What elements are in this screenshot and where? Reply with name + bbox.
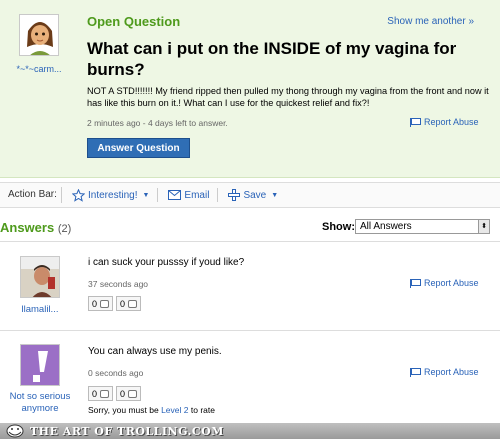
interesting-button[interactable]: Interesting! ▼ (72, 188, 150, 202)
chevron-down-icon: ▼ (142, 191, 150, 199)
divider (0, 330, 500, 331)
exclamation-avatar-icon (21, 345, 59, 385)
flag-icon (410, 117, 421, 127)
answers-heading-label: Answers (0, 220, 55, 235)
answer-votes: 0 0 (88, 296, 142, 311)
question-panel: *~*~carm... Open Question Show me anothe… (0, 0, 500, 178)
interesting-label: Interesting! (88, 189, 138, 201)
answer-question-button[interactable]: Answer Question (87, 138, 190, 158)
flag-icon (410, 367, 421, 377)
chevron-down-icon: ▼ (271, 191, 279, 199)
thumbs-up-icon (100, 389, 110, 398)
flag-icon (410, 278, 421, 288)
star-icon (72, 188, 85, 202)
rate-note-text: Sorry, you must be (88, 405, 159, 415)
report-abuse-label: Report Abuse (424, 367, 479, 377)
answer-text: You can always use my penis. (88, 346, 222, 357)
thumbs-down-icon (128, 299, 138, 308)
answer-votes: 0 0 (88, 386, 142, 401)
answers-filter-select[interactable]: All Answers ⬍ (355, 219, 490, 234)
answer-report-abuse-link[interactable]: Report Abuse (410, 278, 479, 288)
watermark-text: THE ART OF TROLLING.COM (30, 424, 224, 438)
level-link[interactable]: Level 2 (161, 405, 188, 415)
question-title: What can i put on the INSIDE of my vagin… (87, 39, 457, 79)
question-meta: 2 minutes ago - 4 days left to answer. (87, 118, 228, 128)
save-button[interactable]: Save ▼ (228, 189, 278, 201)
cartoon-girl-avatar-icon (20, 15, 58, 55)
answer-avatar[interactable] (20, 256, 60, 298)
thumbs-up-count: 0 (92, 388, 98, 399)
thumbs-up-button[interactable]: 0 (88, 296, 114, 311)
answer-text: i can suck your pusssy if youd like? (88, 257, 245, 268)
thumbs-up-button[interactable]: 0 (88, 386, 114, 401)
divider (217, 188, 219, 202)
save-label: Save (243, 189, 267, 201)
answers-count: (2) (57, 223, 72, 235)
rate-restriction-note: Sorry, you must be Level 2 to rate (88, 405, 215, 415)
answers-heading: Answers (2) (0, 220, 71, 235)
thumbs-down-count: 0 (120, 388, 126, 399)
asker-avatar[interactable] (19, 14, 59, 56)
email-label: Email (184, 189, 210, 201)
thumbs-down-button[interactable]: 0 (116, 386, 142, 401)
answers-filter-value: All Answers (360, 221, 412, 232)
answer-username[interactable]: Not so serious anymore (5, 391, 75, 415)
show-another-link[interactable]: Show me another » (387, 16, 474, 27)
email-button[interactable]: Email (168, 190, 209, 201)
question-body: NOT A STD!!!!!!! My friend ripped then p… (87, 86, 489, 108)
answer-report-abuse-link[interactable]: Report Abuse (410, 367, 479, 377)
envelope-icon (168, 190, 182, 200)
plus-icon (228, 189, 241, 201)
show-filter-label: Show: (322, 221, 355, 233)
thumbs-up-icon (100, 299, 110, 308)
report-abuse-label: Report Abuse (424, 278, 479, 288)
action-bar: Action Bar: Interesting! ▼ Email Save ▼ (0, 182, 500, 208)
question-status: Open Question (87, 14, 181, 29)
chevron-updown-icon: ⬍ (478, 220, 489, 233)
thumbs-up-count: 0 (92, 298, 98, 309)
answer-time: 37 seconds ago (88, 279, 149, 289)
question-report-abuse-link[interactable]: Report Abuse (410, 117, 479, 127)
thumbs-down-button[interactable]: 0 (116, 296, 142, 311)
answer-avatar[interactable] (20, 344, 60, 386)
asker-name[interactable]: *~*~carm... (6, 64, 72, 74)
divider (157, 188, 159, 202)
thumbs-down-icon (128, 389, 138, 398)
thumbs-down-count: 0 (120, 298, 126, 309)
action-bar-label: Action Bar: (0, 187, 62, 203)
divider (0, 241, 500, 242)
watermark-bar: THE ART OF TROLLING.COM (0, 423, 500, 439)
rate-note-end: to rate (190, 405, 215, 415)
answer-username[interactable]: llamalil... (5, 304, 75, 316)
answer-time: 0 seconds ago (88, 368, 144, 378)
report-abuse-label: Report Abuse (424, 117, 479, 127)
person-photo-icon (21, 257, 59, 297)
troll-face-icon (6, 424, 24, 438)
